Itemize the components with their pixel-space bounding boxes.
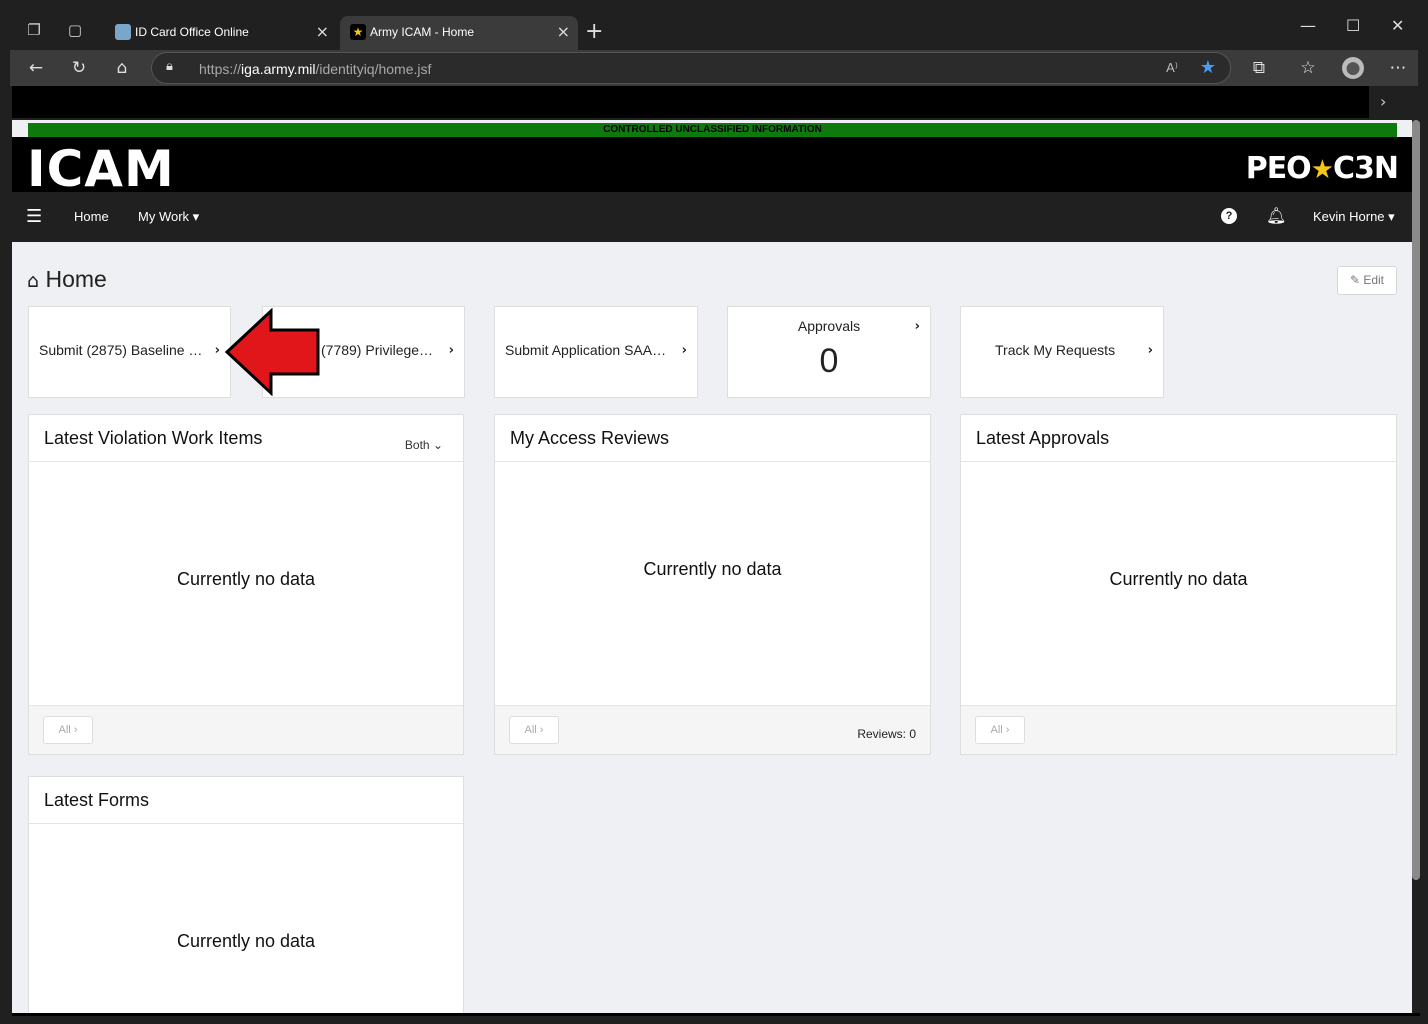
empty-state: Currently no data [643, 559, 782, 579]
home-icon[interactable]: ⌂ [111, 57, 133, 79]
edit-button[interactable]: ✎ Edit [1337, 266, 1397, 295]
all-button[interactable]: All › [975, 716, 1025, 744]
main-menu: ☰ Home My Work ▾ ? 🔔︎ Kevin Horne ▾ [12, 192, 1412, 242]
panel-header: Latest Violation Work Items Both ⌄ [29, 415, 463, 462]
window-bottom-edge [12, 1013, 1420, 1016]
panel-footer: All › [961, 705, 1396, 754]
read-aloud-icon[interactable]: A⁾ [1166, 60, 1178, 76]
panel-latest-approvals: Latest Approvals Currently no data All › [960, 414, 1397, 755]
red-annotation-arrow [224, 308, 320, 396]
classification-banner: CONTROLLED UNCLASSIFIED INFORMATION [28, 123, 1397, 137]
new-tab-button[interactable]: + [585, 19, 603, 44]
quicklink-submit-2875[interactable]: Submit (2875) Baseline … › [28, 306, 231, 398]
help-icon[interactable]: ? [1221, 208, 1237, 224]
tab-strip: ❐ ▢ ID Card Office Online × ★ Army ICAM … [10, 12, 1418, 50]
favorite-star-icon[interactable]: ★ [1200, 57, 1216, 78]
seal-icon [115, 24, 131, 40]
close-tab-icon[interactable]: × [316, 22, 329, 41]
menu-my-work[interactable]: My Work ▾ [138, 209, 199, 225]
quicklink-approvals[interactable]: Approvals 0 › [727, 306, 931, 398]
tab-actions-icon[interactable]: ▢ [65, 20, 85, 40]
favorites-icon[interactable]: ☆ [1297, 57, 1319, 79]
lock-icon[interactable]: 🔒︎ [166, 59, 173, 74]
menu-list-icon[interactable]: ☰ [26, 206, 42, 227]
tab-army-icam[interactable]: ★ Army ICAM - Home × [340, 16, 578, 50]
empty-state: Currently no data [176, 569, 316, 589]
refresh-icon[interactable]: ↻ [68, 57, 90, 79]
address-bar[interactable]: 🔒︎ https://iga.army.mil/identityiq/home.… [151, 52, 1231, 84]
page-title: ⌂ Home [27, 266, 107, 292]
profile-avatar-icon[interactable]: ● [1342, 57, 1364, 79]
panel-latest-forms: Latest Forms Currently no data [28, 776, 464, 1013]
home-icon: ⌂ [27, 270, 40, 292]
page-viewport: CONTROLLED UNCLASSIFIED INFORMATION ICAM… [12, 120, 1412, 1013]
tab-id-card-office[interactable]: ID Card Office Online × [105, 16, 337, 50]
empty-state: Currently no data [1109, 569, 1248, 589]
chevron-right-icon: › [214, 343, 220, 358]
more-menu-icon[interactable]: ⋯ [1387, 57, 1409, 79]
extensions-icon[interactable]: ⧉ [1248, 57, 1270, 79]
close-window-button[interactable]: ✕ [1391, 16, 1404, 35]
approvals-count: 0 [819, 342, 839, 380]
chevron-right-icon[interactable]: › [1380, 92, 1386, 111]
url-text: https://iga.army.mil/identityiq/home.jsf [199, 61, 432, 77]
panel-latest-violations: Latest Violation Work Items Both ⌄ Curre… [28, 414, 464, 755]
workspaces-icon[interactable]: ❐ [24, 20, 44, 40]
quicklink-track-requests[interactable]: Track My Requests › [960, 306, 1164, 398]
panel-title: Latest Approvals [976, 428, 1110, 448]
close-tab-icon[interactable]: × [557, 22, 570, 41]
army-star-icon: ★ [350, 24, 366, 40]
panel-access-reviews: My Access Reviews Currently no data All … [494, 414, 931, 755]
panel-footer: All › [29, 705, 463, 754]
panel-title: My Access Reviews [510, 428, 670, 448]
all-button[interactable]: All › [43, 716, 93, 744]
back-icon[interactable]: ← [25, 57, 47, 79]
browser-window: ❐ ▢ ID Card Office Online × ★ Army ICAM … [0, 0, 1428, 1024]
panel-title: Latest Violation Work Items [44, 428, 263, 448]
chevron-right-icon: › [448, 343, 454, 358]
filter-dropdown[interactable]: Both ⌄ [405, 438, 443, 452]
peo-c3n-logo: PEO★C3N [1245, 151, 1399, 186]
user-menu[interactable]: Kevin Horne ▾ [1313, 209, 1395, 225]
tab-title: ID Card Office Online [135, 25, 249, 39]
address-toolbar: ← ↻ ⌂ 🔒︎ https://iga.army.mil/identityiq… [10, 50, 1418, 86]
icam-logo[interactable]: ICAM [27, 140, 175, 198]
site-header: ICAM PEO★C3N [12, 137, 1412, 198]
panel-title: Latest Forms [44, 790, 150, 810]
page-scrollbar[interactable] [1412, 120, 1420, 880]
chevron-right-icon: › [1147, 343, 1153, 358]
favorites-bar [12, 86, 1369, 118]
menu-home[interactable]: Home [74, 209, 109, 224]
notifications-bell-icon[interactable]: 🔔︎ [1266, 206, 1286, 225]
empty-state: Currently no data [176, 931, 316, 951]
minimize-button[interactable]: — [1300, 16, 1316, 35]
panel-footer: All › Reviews: 0 [495, 705, 930, 754]
tab-title: Army ICAM - Home [370, 25, 475, 39]
panel-header: My Access Reviews [495, 415, 930, 462]
all-button[interactable]: All › [509, 716, 559, 744]
quicklink-submit-saa[interactable]: Submit Application SAA… › [494, 306, 698, 398]
reviews-count: Reviews: 0 [857, 727, 916, 741]
chevron-right-icon: › [914, 319, 920, 334]
panel-header: Latest Forms [29, 777, 463, 824]
maximize-button[interactable]: ☐ [1346, 16, 1360, 35]
chevron-right-icon: › [681, 343, 687, 358]
panel-header: Latest Approvals [961, 415, 1396, 462]
